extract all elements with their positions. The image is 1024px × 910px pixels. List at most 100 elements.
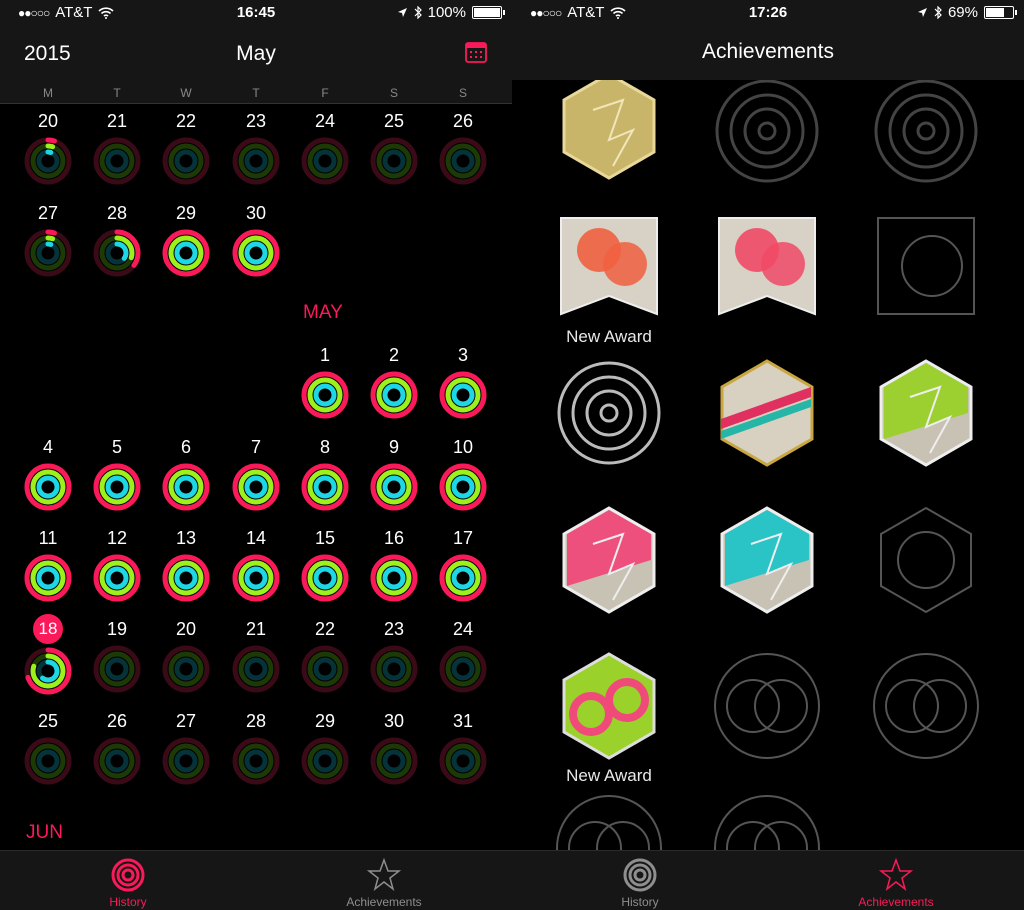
calendar-day[interactable]: 22: [292, 616, 358, 694]
calendar-day[interactable]: 8: [292, 434, 358, 512]
calendar-day[interactable]: 3: [430, 342, 496, 420]
activity-rings: [301, 737, 349, 785]
calendar-day[interactable]: 24: [292, 108, 358, 186]
calendar-day[interactable]: 20: [15, 108, 81, 186]
calendar-day[interactable]: 26: [84, 708, 150, 786]
calendar-day[interactable]: 17: [430, 525, 496, 603]
weekday-label: F: [321, 86, 329, 100]
calendar-day[interactable]: 6: [153, 434, 219, 512]
activity-rings: [439, 554, 487, 602]
history-screen: ●●○○○ AT&T 16:45 100% 2015 May MTWTFSS M…: [0, 0, 512, 910]
activity-rings: [162, 645, 210, 693]
activity-rings: [24, 229, 72, 277]
calendar-day[interactable]: 21: [223, 616, 289, 694]
calendar-day[interactable]: 22: [153, 108, 219, 186]
day-number: 12: [106, 528, 128, 548]
calendar-day[interactable]: 2: [361, 342, 427, 420]
calendar-day[interactable]: 30: [223, 200, 289, 278]
day-number: 15: [314, 528, 336, 548]
history-rings-icon: [111, 858, 145, 892]
day-number: 21: [245, 619, 267, 639]
calendar-day[interactable]: 21: [84, 108, 150, 186]
calendar-day[interactable]: 25: [361, 108, 427, 186]
calendar-day[interactable]: 25: [15, 708, 81, 786]
activity-rings: [24, 737, 72, 785]
calendar-day[interactable]: 29: [153, 200, 219, 278]
activity-rings: [24, 137, 72, 185]
calendar-day[interactable]: 27: [15, 200, 81, 278]
day-number: 9: [388, 437, 399, 457]
activity-rings: [301, 371, 349, 419]
calendar-day[interactable]: 10: [430, 434, 496, 512]
day-number: 25: [37, 711, 59, 731]
day-number: 1: [319, 345, 330, 365]
activity-rings: [301, 645, 349, 693]
activity-rings: [370, 554, 418, 602]
badge-300-percent-move[interactable]: [711, 210, 823, 322]
calendar-day[interactable]: 15: [292, 525, 358, 603]
tab-history-label: History: [621, 895, 659, 909]
activity-rings: [370, 645, 418, 693]
nav-bar: 2015 May: [0, 26, 512, 80]
badge-200-percent-move[interactable]: [553, 210, 665, 322]
tab-bar: History Achievements: [512, 850, 1024, 910]
calendar-day[interactable]: 12: [84, 525, 150, 603]
calendar-icon[interactable]: [464, 40, 488, 64]
status-bar: ●●○○○ AT&T 17:26 69%: [512, 0, 1024, 26]
calendar-day[interactable]: 18: [15, 614, 81, 696]
calendar-day[interactable]: 13: [153, 525, 219, 603]
calendar-day[interactable]: 14: [223, 525, 289, 603]
calendar-day[interactable]: 31: [430, 708, 496, 786]
calendar-day[interactable]: 29: [292, 708, 358, 786]
badge-stand-week[interactable]: [711, 504, 823, 616]
badge-move-goal-target[interactable]: [553, 357, 665, 469]
activity-rings: [439, 371, 487, 419]
calendar-day[interactable]: 20: [153, 616, 219, 694]
calendar-day[interactable]: 19: [84, 616, 150, 694]
badge-150-locked[interactable]: [553, 792, 665, 850]
calendar-day[interactable]: 27: [153, 708, 219, 786]
weekday-header: MTWTFSS: [0, 80, 512, 104]
location-icon: [917, 8, 927, 17]
calendar-day[interactable]: 23: [223, 108, 289, 186]
calendar-day[interactable]: 24: [430, 616, 496, 694]
activity-rings: [301, 137, 349, 185]
badge-infinity-streak[interactable]: [553, 650, 665, 762]
activity-rings: [162, 737, 210, 785]
badge-365-locked[interactable]: [870, 650, 982, 762]
badge-move-week[interactable]: [553, 504, 665, 616]
calendar-day[interactable]: 23: [361, 616, 427, 694]
battery-icon: [984, 6, 1017, 19]
achievements-grid[interactable]: New Award New Award: [512, 80, 1024, 850]
badge-400-percent-move-locked[interactable]: [870, 210, 982, 322]
badge-new-move-record[interactable]: [711, 357, 823, 469]
day-number: 14: [245, 528, 267, 548]
calendar-day[interactable]: 5: [84, 434, 150, 512]
badge-500-locked[interactable]: [870, 504, 982, 616]
calendar-day[interactable]: 28: [84, 200, 150, 278]
calendar-day[interactable]: 11: [15, 525, 81, 603]
badge-perfect-month[interactable]: [553, 80, 665, 182]
calendar-day[interactable]: 1: [292, 342, 358, 420]
badge-locked[interactable]: [711, 792, 823, 850]
calendar-day[interactable]: 30: [361, 708, 427, 786]
tab-history[interactable]: History: [580, 857, 700, 909]
badge-locked-target[interactable]: [870, 80, 982, 187]
day-number: 31: [452, 711, 474, 731]
calendar-day[interactable]: 4: [15, 434, 81, 512]
badge-locked-target[interactable]: [711, 80, 823, 187]
tab-achievements[interactable]: Achievements: [836, 857, 956, 909]
tab-history[interactable]: History: [68, 857, 188, 909]
day-number: 7: [250, 437, 261, 457]
calendar-day[interactable]: 16: [361, 525, 427, 603]
badge-100-locked[interactable]: [711, 650, 823, 762]
calendar-day[interactable]: 7: [223, 434, 289, 512]
calendar-day[interactable]: 26: [430, 108, 496, 186]
activity-rings: [162, 137, 210, 185]
tab-achievements[interactable]: Achievements: [324, 857, 444, 909]
calendar-day[interactable]: 9: [361, 434, 427, 512]
calendar-scroll[interactable]: MAY JUN 20 21 22 23 24 25 26 27 28 29 30 1 2 3 4 5 6 7 8 9 1…: [0, 104, 512, 850]
tab-achievements-label: Achievements: [858, 895, 934, 909]
calendar-day[interactable]: 28: [223, 708, 289, 786]
badge-exercise-week[interactable]: [870, 357, 982, 469]
